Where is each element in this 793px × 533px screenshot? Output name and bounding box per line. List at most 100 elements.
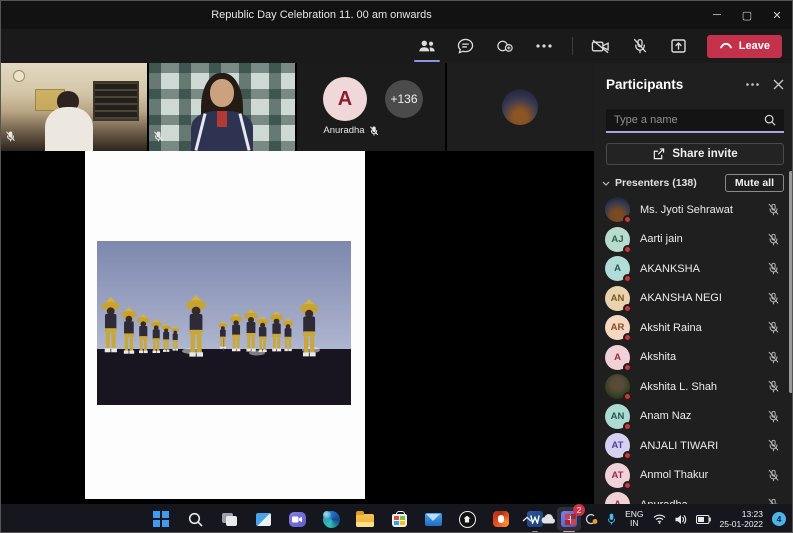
mic-muted-icon[interactable] xyxy=(767,233,780,246)
leave-button[interactable]: Leave xyxy=(706,34,782,58)
minimize-button[interactable]: ─ xyxy=(702,1,732,29)
presence-busy-dot xyxy=(623,392,632,402)
edge-browser-icon[interactable] xyxy=(319,507,343,531)
mic-muted-icon[interactable] xyxy=(767,439,780,452)
mic-muted-icon xyxy=(369,126,378,136)
participant-row[interactable]: A Akshita xyxy=(594,343,792,373)
task-view-icon[interactable] xyxy=(217,507,241,531)
microphone-tray-icon[interactable] xyxy=(607,513,616,525)
battery-icon[interactable] xyxy=(695,514,711,524)
search-input[interactable] xyxy=(614,114,764,126)
panel-title: Participants xyxy=(606,76,684,92)
notification-count-badge[interactable]: 4 xyxy=(772,512,786,526)
mic-muted-icon[interactable] xyxy=(767,321,780,334)
avatar: AT xyxy=(605,462,632,490)
office-app-icon[interactable] xyxy=(489,507,513,531)
photo-avatar-tile[interactable] xyxy=(447,63,594,151)
participant-name: ANJALI TIWARI xyxy=(640,439,719,452)
mic-muted-icon[interactable] xyxy=(767,203,780,216)
avatar: A xyxy=(605,256,632,284)
mic-muted-icon xyxy=(153,129,164,147)
panel-more-icon[interactable] xyxy=(746,82,759,86)
overflow-count-badge[interactable]: +136 xyxy=(385,80,423,118)
wifi-icon[interactable] xyxy=(653,514,666,524)
participant-search[interactable] xyxy=(606,109,784,133)
clock[interactable]: 13:23 25-01-2022 xyxy=(720,509,763,529)
mic-muted-icon[interactable] xyxy=(767,469,780,482)
participant-row[interactable]: Akshita L. Shah xyxy=(594,372,792,402)
participant-row[interactable]: AN Anam Naz xyxy=(594,402,792,432)
chevron-down-icon xyxy=(602,181,610,186)
presence-busy-dot xyxy=(623,333,632,343)
widgets-icon[interactable] xyxy=(251,507,275,531)
mic-muted-icon[interactable] xyxy=(767,262,780,275)
meeting-toolbar: Leave xyxy=(1,29,792,63)
presence-busy-dot xyxy=(623,303,632,313)
participant-list: Ms. Jyoti Sehrawat AJ Aarti jain A AKANK… xyxy=(594,195,792,504)
presence-busy-dot xyxy=(623,274,632,284)
mic-muted-icon[interactable] xyxy=(767,410,780,423)
leave-label: Leave xyxy=(738,40,770,52)
participant-video-1[interactable] xyxy=(1,63,147,151)
presenters-section-header[interactable]: Presenters (138) Mute all xyxy=(602,173,784,193)
avatar: A xyxy=(605,344,632,372)
presenters-count-label: Presenters (138) xyxy=(615,177,697,189)
mic-off-icon[interactable] xyxy=(629,35,651,57)
participant-video-2[interactable] xyxy=(149,63,295,151)
volume-icon[interactable] xyxy=(675,514,687,525)
close-button[interactable]: ✕ xyxy=(762,1,792,29)
breakout-rooms-icon[interactable] xyxy=(494,35,516,57)
participant-name: AKANSHA NEGI xyxy=(640,292,722,305)
participant-row[interactable]: Ms. Jyoti Sehrawat xyxy=(594,195,792,225)
participant-name: Ms. Jyoti Sehrawat xyxy=(640,203,733,216)
hang-up-icon xyxy=(719,42,732,49)
panel-close-icon[interactable] xyxy=(773,79,784,90)
participant-avatar-tile[interactable]: A Anuradha +136 xyxy=(297,63,445,151)
language-indicator[interactable]: ENG IN xyxy=(625,510,643,528)
search-taskbar-icon[interactable] xyxy=(183,507,207,531)
more-options-icon[interactable] xyxy=(533,35,555,57)
presence-busy-dot xyxy=(623,480,632,490)
circle-app-icon[interactable] xyxy=(455,507,479,531)
hidden-icons-chevron[interactable] xyxy=(522,516,532,522)
presence-busy-dot xyxy=(623,451,632,461)
video-strip: A Anuradha +136 xyxy=(1,63,594,151)
participant-row[interactable]: AT ANJALI TIWARI xyxy=(594,431,792,461)
mic-muted-icon[interactable] xyxy=(767,380,780,393)
start-button-icon[interactable] xyxy=(149,507,173,531)
chat-app-icon[interactable] xyxy=(285,507,309,531)
maximize-button[interactable]: ▢ xyxy=(732,1,762,29)
camera-off-icon[interactable] xyxy=(590,35,612,57)
panel-scrollbar[interactable] xyxy=(789,171,792,393)
participant-row[interactable]: AN AKANSHA NEGI xyxy=(594,284,792,314)
avatar xyxy=(605,374,632,402)
title-bar: Republic Day Celebration 11. 00 am onwar… xyxy=(1,1,792,29)
participant-row[interactable]: AT Anmol Thakur xyxy=(594,461,792,491)
participant-row[interactable]: A Anuradha xyxy=(594,490,792,504)
avatar: AT xyxy=(605,433,632,461)
microsoft-store-icon[interactable] xyxy=(387,507,411,531)
mail-app-icon[interactable] xyxy=(421,507,445,531)
avatar: AN xyxy=(605,285,632,313)
participant-row[interactable]: A AKANKSHA xyxy=(594,254,792,284)
parade-video-frame[interactable] xyxy=(97,241,351,405)
share-screen-icon[interactable] xyxy=(668,35,690,57)
people-icon[interactable] xyxy=(413,35,440,62)
onedrive-cloud-icon[interactable] xyxy=(541,514,556,524)
security-grid-icon[interactable] xyxy=(565,513,577,525)
file-explorer-icon[interactable] xyxy=(353,507,377,531)
search-icon xyxy=(764,114,776,126)
time: 13:23 xyxy=(741,509,763,519)
toolbar-divider xyxy=(571,37,573,55)
participant-name: Aarti jain xyxy=(640,233,683,246)
windows-taskbar: 2 ENG IN 13:23 25-01-2022 4 xyxy=(1,504,792,532)
mic-muted-icon[interactable] xyxy=(767,292,780,305)
mute-all-button[interactable]: Mute all xyxy=(724,174,784,192)
presence-busy-dot xyxy=(623,421,632,431)
participant-row[interactable]: AR Akshit Raina xyxy=(594,313,792,343)
sync-icon[interactable] xyxy=(585,513,598,525)
share-invite-button[interactable]: Share invite xyxy=(606,143,784,165)
chat-icon[interactable] xyxy=(455,35,477,57)
participant-row[interactable]: AJ Aarti jain xyxy=(594,225,792,255)
mic-muted-icon[interactable] xyxy=(767,351,780,364)
